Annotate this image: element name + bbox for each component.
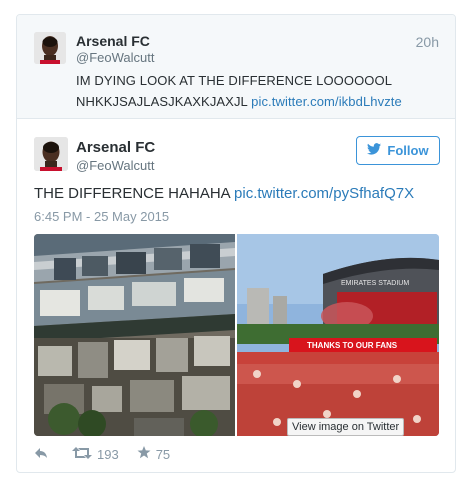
quoted-text-line1: IM DYING LOOK AT THE DIFFERENCE LOOOOOOL (76, 73, 393, 88)
quoted-timestamp[interactable]: 20h (416, 34, 439, 50)
view-image-tooltip[interactable]: View image on Twitter (287, 418, 405, 436)
tweet-pic-link[interactable]: pic.twitter.com/pySfhafQ7X (234, 185, 414, 202)
twitter-bird-icon (367, 143, 382, 158)
quoted-text-line2: NHKKJSAJLASJKAXKJAXJL pic.twitter.com/ik… (76, 91, 436, 112)
banner-text: THANKS TO OUR FANS (307, 341, 398, 350)
follow-label: Follow (387, 143, 429, 158)
tweet-avatar[interactable] (34, 137, 68, 171)
stadium-sign: EMIRATES STADIUM (341, 280, 409, 287)
quoted-handle[interactable]: @FeoWalcutt (76, 50, 154, 65)
favorite-button[interactable]: 75 (137, 446, 170, 462)
aerial-street-photo[interactable] (34, 234, 235, 436)
tweet-text-body: THE DIFFERENCE HAHAHA (34, 185, 230, 202)
tweet-timestamp[interactable]: 6:45 PM - 25 May 2015 (34, 209, 169, 224)
quoted-avatar[interactable] (34, 32, 66, 64)
tweet-text: THE DIFFERENCE HAHAHA pic.twitter.com/py… (34, 185, 414, 202)
favorite-icon (137, 446, 151, 462)
retweet-count: 193 (97, 446, 119, 462)
follow-button[interactable]: Follow (356, 136, 440, 165)
retweet-icon (72, 446, 92, 462)
embedded-tweet-card: Arsenal FC @FeoWalcutt 20h IM DYING LOOK… (16, 14, 456, 473)
tweet-media[interactable]: EMIRATES STADIUM THANKS TO OUR FANS (34, 234, 439, 436)
stadium-crowd-photo[interactable]: EMIRATES STADIUM THANKS TO OUR FANS (237, 234, 439, 436)
reply-icon (34, 447, 48, 462)
retweet-button[interactable]: 193 (72, 446, 119, 462)
tweet-display-name[interactable]: Arsenal FC (76, 139, 155, 156)
quoted-text: IM DYING LOOK AT THE DIFFERENCE LOOOOOOL… (76, 70, 436, 112)
tweet-handle[interactable]: @FeoWalcutt (76, 158, 154, 173)
favorite-count: 75 (155, 446, 171, 462)
tweet-actions: 193 75 (34, 444, 170, 464)
quoted-text-line2-text: NHKKJSAJLASJKAXKJAXJL (76, 94, 248, 109)
quoted-pic-link[interactable]: pic.twitter.com/ikbdLhvzte (251, 94, 402, 109)
quoted-tweet[interactable]: Arsenal FC @FeoWalcutt 20h IM DYING LOOK… (17, 15, 455, 119)
reply-button[interactable] (34, 447, 48, 462)
quoted-display-name[interactable]: Arsenal FC (76, 33, 150, 49)
